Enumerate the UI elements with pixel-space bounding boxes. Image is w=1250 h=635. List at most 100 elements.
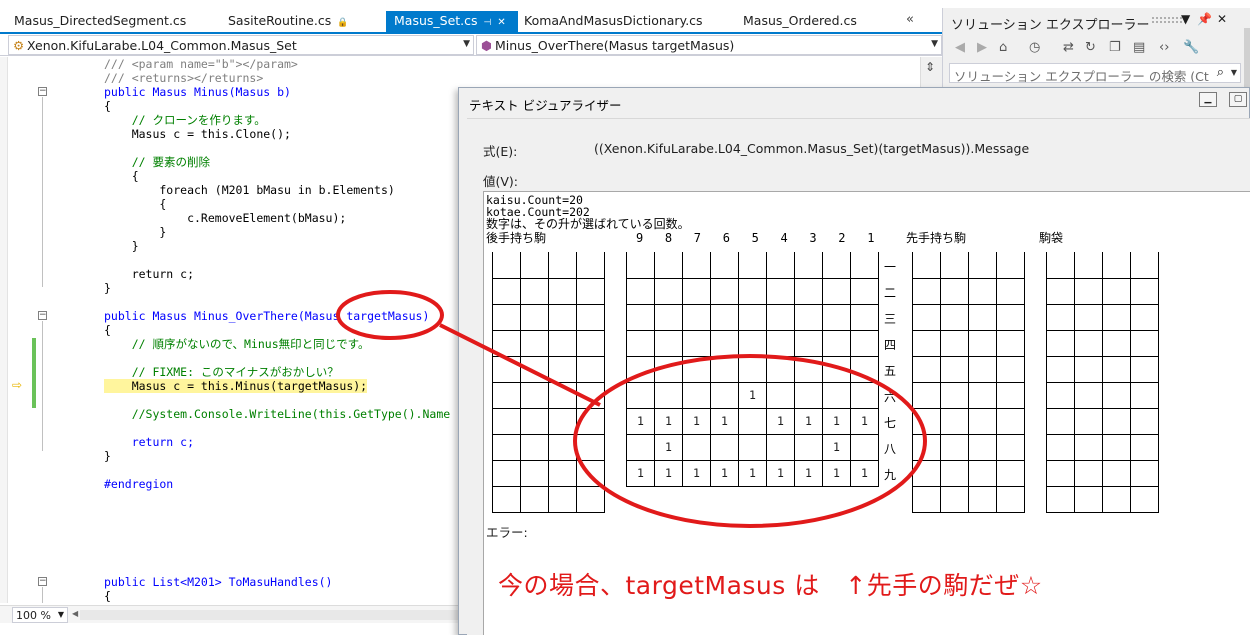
code-text: // 要素の削除 (104, 155, 210, 169)
expression-field[interactable]: ((Xenon.KifuLarabe.L04_Common.Masus_Set)… (594, 141, 1029, 156)
grid-row (912, 304, 1025, 331)
grid-cell (822, 278, 851, 305)
code-text: return c; (104, 435, 195, 449)
fold-toggle-minus[interactable]: − (38, 87, 47, 96)
grid-cell (822, 304, 851, 331)
grid-row (1046, 330, 1159, 357)
code-line-21: // 順序がないので、Minus無印と同じです。 (104, 337, 370, 351)
grid-cell (996, 486, 1025, 513)
code-line-1: /// <param name="b"></param> (104, 57, 298, 71)
scroll-left-icon[interactable]: ◀ (72, 609, 78, 618)
maximize-icon[interactable]: ▢ (1229, 92, 1247, 107)
collapse-all-icon[interactable]: ❐ (1109, 40, 1121, 55)
code-line-19: public Masus Minus_OverThere(Masus targe… (104, 309, 429, 323)
grid-row (1046, 408, 1159, 435)
sync-icon[interactable]: ⇄ (1063, 40, 1074, 55)
history-icon[interactable]: ◷ (1029, 40, 1040, 55)
grid-cell (738, 304, 767, 331)
grid-cell (912, 330, 941, 357)
change-tracking-bar (32, 338, 36, 408)
grid-cell (682, 278, 711, 305)
grid-cell (940, 434, 969, 461)
board-row-label: 五 (884, 364, 897, 378)
grid-cell (576, 278, 605, 305)
back-icon[interactable]: ◀ (955, 40, 965, 55)
grid-cell (738, 330, 767, 357)
class-dropdown[interactable]: ⚙ Xenon.KifuLarabe.L04_Common.Masus_Set ▼ (8, 35, 474, 55)
grid-cell (548, 330, 577, 357)
grid-cell: 1 (654, 408, 683, 435)
grid-cell (968, 252, 997, 279)
grid-cell (996, 408, 1025, 435)
grid-cell: 1 (766, 408, 795, 435)
close-icon[interactable]: ✕ (1217, 12, 1227, 26)
grid-row (492, 304, 605, 331)
grid-row (1046, 434, 1159, 461)
grid-cell: 1 (626, 408, 655, 435)
properties-icon[interactable]: 🔧 (1183, 40, 1199, 55)
grid-row (1046, 460, 1159, 487)
tab-masus-ordered[interactable]: Masus_Ordered.cs (735, 11, 865, 32)
grid-cell (1074, 382, 1103, 409)
grid-cell (912, 434, 941, 461)
fold-toggle-tomasuhandles[interactable]: − (38, 577, 47, 586)
tab-masus-set[interactable]: Masus_Set.cs ⊣ ✕ (386, 11, 518, 32)
code-line-16: return c; (104, 267, 194, 281)
grid-cell (940, 356, 969, 383)
grid-row (626, 330, 879, 357)
pin-icon[interactable]: 📌 (1197, 12, 1212, 26)
grid-row (912, 486, 1025, 513)
zoom-dropdown[interactable]: 100 % ▼ (12, 607, 68, 623)
grid-cell: 1 (850, 408, 879, 435)
chevron-down-icon: ▼ (931, 39, 938, 49)
split-editor-icon[interactable]: ⇕ (925, 60, 935, 74)
sente-mochigoma-grid (912, 252, 1025, 513)
code-text: // クローンを作ります。 (104, 113, 266, 127)
grid-cell (1102, 460, 1131, 487)
fold-guide (42, 97, 43, 287)
fold-toggle-overthere[interactable]: − (38, 311, 47, 320)
grid-cell (710, 304, 739, 331)
grid-cell (492, 486, 521, 513)
tab-sasiteroutine[interactable]: SasiteRoutine.cs 🔒 (220, 11, 356, 32)
solution-explorer-search-input[interactable]: ソリューション エクスプローラー の検索 (Ct ⌕ ▼ (949, 63, 1241, 83)
chevron-down-icon[interactable]: ▼ (1231, 68, 1237, 77)
board-row-label: 一 (884, 260, 897, 274)
search-icon[interactable]: ⌕ (1217, 65, 1224, 80)
grid-cell (996, 252, 1025, 279)
code-text: /// <returns></returns> (104, 71, 264, 85)
forward-icon[interactable]: ▶ (977, 40, 987, 55)
grid-cell (912, 408, 941, 435)
tab-scroll-left-icon[interactable]: « (906, 12, 914, 27)
grid-cell (520, 382, 549, 409)
grid-cell (576, 460, 605, 487)
grid-row (626, 278, 879, 305)
code-line-24-current: Masus c = this.Minus(targetMasus); (104, 379, 368, 393)
show-all-files-icon[interactable]: ▤ (1133, 40, 1145, 55)
pin-icon[interactable]: ⊣ (484, 18, 492, 28)
grid-cell (822, 330, 851, 357)
minimize-icon[interactable]: ▁ (1199, 92, 1217, 107)
code-line-2: /// <returns></returns> (104, 71, 263, 85)
grid-cell (766, 304, 795, 331)
refresh-icon[interactable]: ↻ (1085, 40, 1096, 55)
code-text: { (104, 169, 139, 183)
chevron-down-icon: ▼ (463, 39, 470, 49)
code-line-5: // クローンを作ります。 (104, 113, 266, 127)
home-icon[interactable]: ⌂ (999, 40, 1007, 55)
gote-mochigoma-header: 後手持ち駒 (486, 231, 547, 245)
grid-cell (492, 408, 521, 435)
tab-masus-directedsegment[interactable]: Masus_DirectedSegment.cs (6, 11, 194, 32)
tab-label: Masus_Ordered.cs (743, 13, 857, 28)
grid-cell (654, 330, 683, 357)
view-code-icon[interactable]: ‹› (1159, 40, 1169, 55)
panel-options-icon[interactable]: ▼ (1181, 12, 1190, 26)
member-dropdown[interactable]: ⬢ Minus_OverThere(Masus targetMasus) ▼ (476, 35, 942, 55)
tab-komaandmasusdictionary[interactable]: KomaAndMasusDictionary.cs (516, 11, 711, 32)
grid-cell (492, 460, 521, 487)
grid-row (492, 330, 605, 357)
grid-row (1046, 252, 1159, 279)
editor-horizontal-scrollbar[interactable] (80, 610, 460, 620)
grid-row (912, 460, 1025, 487)
close-icon[interactable]: ✕ (497, 17, 505, 28)
